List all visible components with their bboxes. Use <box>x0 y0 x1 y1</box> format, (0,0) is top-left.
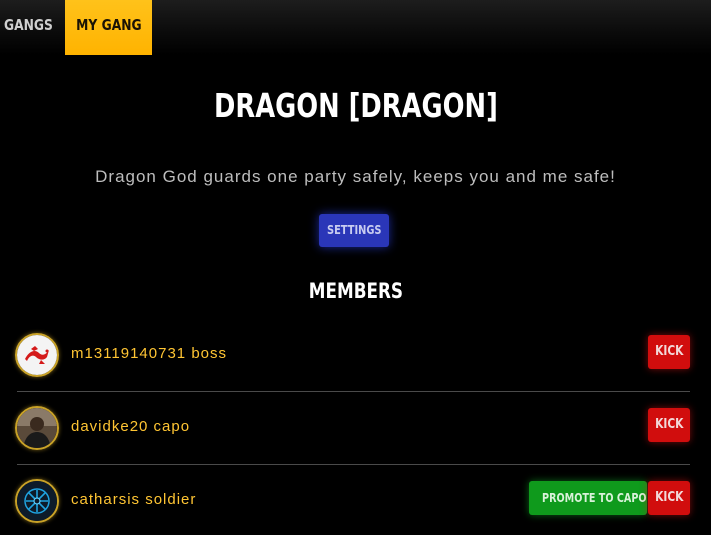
members-heading: MEMBERS <box>0 275 711 307</box>
kick-button-label: KICK <box>654 417 684 432</box>
tab-bar: GANGS MY GANG <box>0 0 711 55</box>
tab-gangs[interactable]: GANGS <box>4 0 53 55</box>
member-name[interactable]: catharsis soldier <box>71 489 196 511</box>
kick-button[interactable]: KICK <box>648 408 690 442</box>
gang-title: DRAGON [DRAGON] <box>0 82 711 130</box>
member-name[interactable]: m13119140731 boss <box>71 343 227 365</box>
member-name[interactable]: davidke20 capo <box>71 416 190 438</box>
gang-title-text: DRAGON [DRAGON] <box>213 86 498 125</box>
kick-button-label: KICK <box>654 490 684 505</box>
promote-to-capo-button[interactable]: PROMOTE TO CAPO <box>529 481 647 515</box>
settings-button[interactable]: SETTINGS <box>319 214 389 247</box>
kick-button[interactable]: KICK <box>648 335 690 369</box>
kick-button-label: KICK <box>654 344 684 359</box>
blue-sigil-icon <box>15 479 59 523</box>
members-heading-text: MEMBERS <box>308 279 403 303</box>
dragon-emblem-icon <box>15 333 59 377</box>
tab-my-gang[interactable]: MY GANG <box>65 0 152 55</box>
tab-my-gang-label: MY GANG <box>75 16 142 34</box>
member-row: davidke20 capo KICK <box>15 392 690 465</box>
gang-description: Dragon God guards one party safely, keep… <box>95 167 616 186</box>
member-row: catharsis soldier PROMOTE TO CAPO KICK <box>15 465 690 535</box>
settings-button-label: SETTINGS <box>326 223 382 237</box>
promote-button-label: PROMOTE TO CAPO <box>542 491 647 505</box>
member-row: m13119140731 boss KICK <box>15 319 690 392</box>
gang-page: GANGS MY GANG DRAGON [DRAGON] Dragon God… <box>0 0 711 535</box>
kick-button[interactable]: KICK <box>648 481 690 515</box>
user-photo-icon <box>15 406 59 450</box>
